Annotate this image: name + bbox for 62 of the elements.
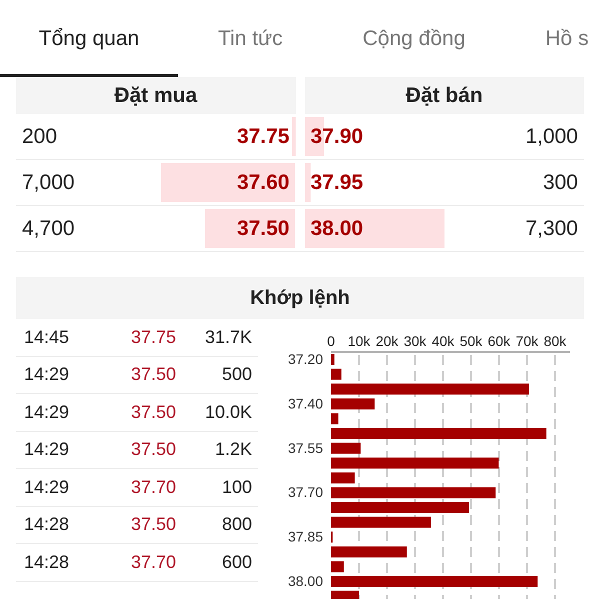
trade-volume: 800	[220, 513, 253, 536]
bid-header: Đặt mua	[16, 77, 296, 114]
trade-volume: 31.7K	[204, 326, 253, 349]
bar	[331, 590, 359, 599]
bid-volume: 4,700	[21, 216, 75, 242]
trade-price: 37.50	[130, 363, 176, 386]
bar	[331, 368, 342, 380]
trade-time: 14:28	[23, 550, 70, 574]
tick-label: 70k	[516, 333, 538, 349]
ask-price: 38.00	[310, 216, 364, 242]
trade-time: 14:28	[23, 513, 70, 536]
ask-price: 37.90	[310, 124, 364, 150]
bid-volume: 7,000	[21, 170, 75, 196]
bid-price: 37.50	[236, 216, 290, 242]
trade-price: 37.75	[130, 326, 176, 349]
trade-price: 37.50	[130, 438, 176, 462]
bar	[331, 561, 344, 572]
ask-price: 37.95	[310, 170, 364, 196]
tick-label: 50k	[460, 333, 482, 349]
price-label: 37.20	[288, 351, 323, 367]
trade-volume: 600	[220, 550, 253, 574]
price-label: 37.70	[288, 484, 323, 500]
tab[interactable]: Tin tức	[178, 0, 323, 77]
price-label: 37.40	[288, 395, 323, 412]
trade-price: 37.70	[130, 476, 176, 499]
ask-volume: 300	[542, 170, 579, 196]
bar	[331, 472, 355, 484]
trade-price: 37.50	[130, 513, 176, 536]
trade-time: 14:29	[23, 476, 70, 499]
trade-time: 14:29	[23, 363, 70, 386]
trade-time: 14:29	[23, 400, 70, 424]
ask-volume: 7,300	[525, 216, 579, 242]
bar	[331, 413, 338, 424]
ask-header: Đặt bán	[304, 77, 584, 114]
tick-label: 10k	[348, 333, 370, 349]
tick-label: 80k	[544, 333, 566, 349]
bid-volume: 200	[21, 124, 58, 150]
tab[interactable]: Cộng đồng	[322, 0, 506, 77]
trade-volume: 10.0K	[204, 400, 253, 424]
bar	[331, 398, 375, 410]
trade-time: 14:29	[23, 438, 70, 462]
trade-volume: 500	[220, 363, 253, 386]
price-label: 37.85	[288, 528, 323, 545]
tick-label: 40k	[432, 333, 454, 349]
trade-price: 37.70	[130, 550, 176, 574]
section-header: Khớp lệnh	[16, 277, 584, 319]
ask-volume: 1,000	[525, 124, 579, 150]
bar	[331, 442, 361, 454]
trade-price: 37.50	[130, 400, 176, 424]
tick-label: 60k	[488, 333, 510, 349]
tab[interactable]: Hồ s	[505, 0, 589, 77]
bar	[331, 354, 334, 365]
price-label: 38.00	[288, 573, 323, 589]
trade-time: 14:45	[23, 326, 70, 349]
tick-label: 30k	[404, 333, 426, 349]
trade-volume: 100	[220, 476, 253, 499]
price-label: 37.55	[288, 440, 323, 456]
tick-label: 0	[327, 333, 335, 349]
bid-price: 37.60	[236, 170, 290, 196]
trade-volume: 1.2K	[214, 438, 253, 462]
tick-label: 20k	[376, 333, 398, 349]
bid-price: 37.75	[236, 124, 290, 150]
